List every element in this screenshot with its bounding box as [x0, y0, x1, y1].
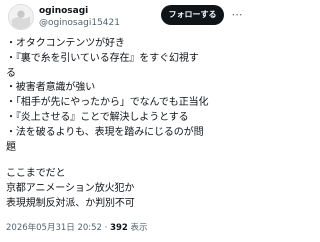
views-count: 392 [110, 223, 128, 233]
tweet-card: oginosagi @oginosagi15421 フォローする ⋯ ・オタクコ… [0, 0, 250, 242]
tweet-line: ・『裏で糸を引いている存在』をすぐ幻視す [6, 52, 199, 64]
tweet-line: 題 [6, 141, 16, 153]
follow-button[interactable]: フォローする [161, 5, 224, 25]
tweet-text: ・オタクコンテンツが好き ・『裏で糸を引いている存在』をすぐ幻視す る ・被害者… [6, 37, 248, 212]
tweet-line: 表現規制反対派、か判別不可 [6, 197, 135, 209]
display-name[interactable]: oginosagi [39, 5, 120, 17]
avatar[interactable] [8, 4, 34, 30]
tweet-line: ・被害者意識が強い [6, 82, 96, 94]
ellipsis-icon[interactable]: ⋯ [229, 5, 245, 25]
user-names: oginosagi @oginosagi15421 [39, 5, 120, 29]
tweet-line: ・法を破るよりも、表現を踏みにじるのが問 [6, 126, 204, 138]
tweet-line: ・『炎上させる』ことで解決しようとする [6, 111, 189, 123]
tweet-header: oginosagi @oginosagi15421 フォローする ⋯ [0, 0, 250, 34]
tweet-line: ここまでだと [6, 168, 66, 180]
avatar-image [9, 5, 33, 29]
tweet-line: 京都アニメーション放火犯か [6, 183, 135, 195]
tweet-line: る [6, 67, 16, 79]
timestamp[interactable]: 2026年05月31日 20:52 [6, 223, 102, 233]
views-label: 表示 [130, 223, 148, 233]
tweet-meta: 2026年05月31日 20:52 · 392 表示 [6, 222, 248, 234]
meta-separator: · [104, 223, 108, 233]
tweet-line: ・オタクコンテンツが好き [6, 38, 125, 49]
user-handle[interactable]: @oginosagi15421 [39, 17, 120, 29]
tweet-line: ・「相手が先にやったから」でなんでも正当化 [6, 97, 209, 109]
